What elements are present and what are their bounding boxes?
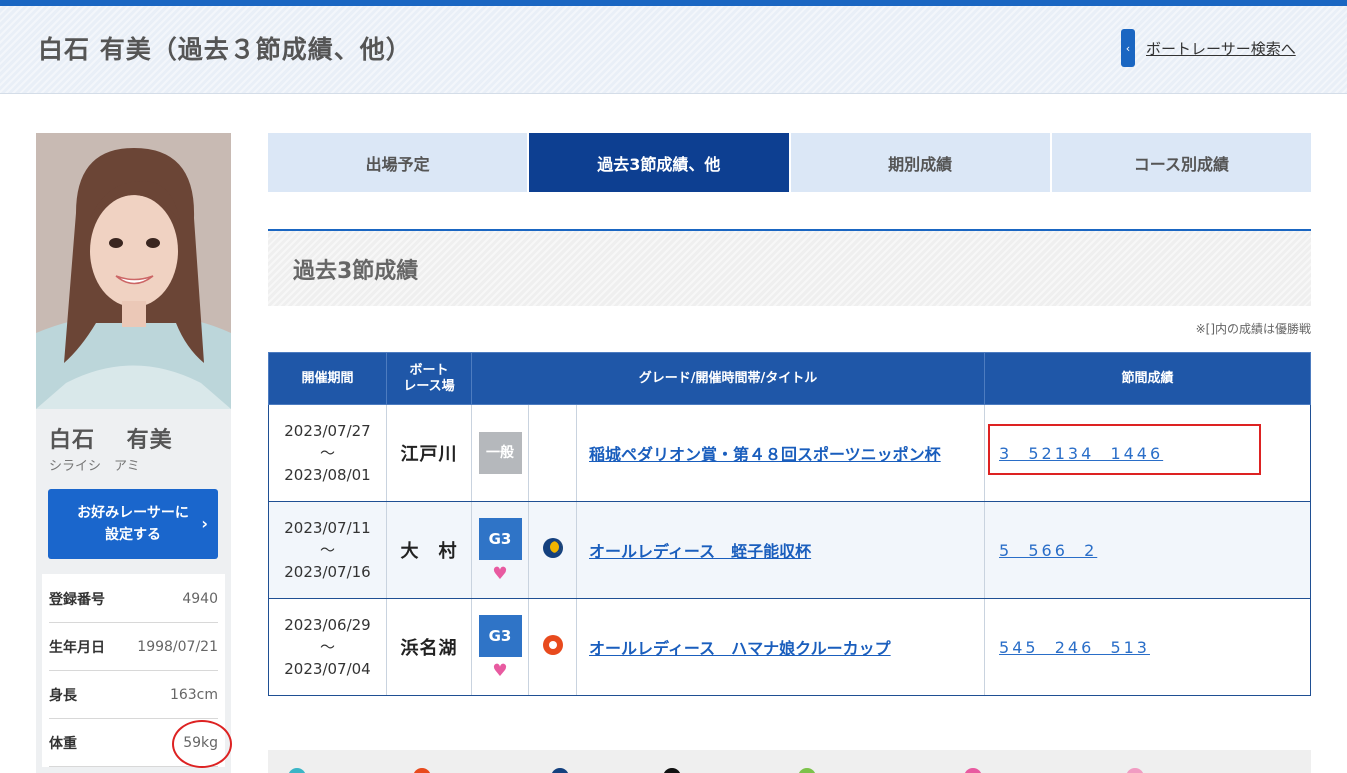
legend-icon — [288, 768, 306, 773]
race-results-link[interactable]: 5 566 2 — [999, 541, 1097, 560]
period-to: 2023/07/04 — [284, 660, 371, 678]
period-sep: ～ — [319, 638, 335, 656]
info-row-birthdate: 生年月日 1998/07/21 — [49, 623, 218, 671]
weight-highlight-circle — [172, 720, 232, 768]
header-period: 開催期間 — [268, 352, 387, 405]
info-value: 163cm — [169, 686, 218, 703]
tab-schedule[interactable]: 出場予定 — [268, 133, 530, 192]
chevron-right-icon: › — [201, 514, 208, 533]
header-grade-title: グレード/開催時間帯/タイトル — [470, 352, 986, 405]
racer-name-kana: シライシ アミ — [49, 459, 140, 474]
chevron-left-icon[interactable]: ‹ — [1121, 29, 1135, 67]
table-header-row: 開催期間 ボート レース場 グレード/開催時間帯/タイトル 節間成績 — [268, 352, 1312, 405]
header-venue: ボート レース場 — [386, 352, 472, 405]
grade-badge: G3 — [478, 517, 522, 560]
info-label: 身長 — [49, 687, 77, 704]
period-from: 2023/07/27 — [284, 422, 371, 440]
period-to: 2023/08/01 — [284, 466, 371, 484]
moon-icon — [551, 768, 569, 773]
tab-course-results[interactable]: コース別成績 — [1051, 133, 1311, 192]
tab-bar: 出場予定 過去3節成績、他 期別成績 コース別成績 — [268, 133, 1311, 192]
period-cell: 2023/06/29 ～ 2023/07/04 — [268, 598, 387, 696]
racer-search-link-group[interactable]: ‹ ボートレーサー検索へ — [1121, 28, 1296, 68]
page-title: 白石 有美（過去３節成績、他） — [38, 35, 412, 64]
racer-search-link[interactable]: ボートレーサー検索へ — [1146, 38, 1296, 59]
ladies-heart-icon: ♥ — [492, 563, 508, 584]
results-table: 開催期間 ボート レース場 グレード/開催時間帯/タイトル 節間成績 2023/… — [268, 352, 1312, 696]
info-label: 登録番号 — [49, 591, 105, 608]
favorite-racer-button[interactable]: お好みレーサーに設定する › — [48, 489, 218, 559]
info-row-registration: 登録番号 4940 — [49, 575, 218, 623]
title-cell: 稲城ペダリオン賞・第４８回スポーツニッポン杯 — [575, 404, 986, 502]
period-cell: 2023/07/27 ～ 2023/08/01 — [268, 404, 387, 502]
grade-badge: G3 — [478, 614, 522, 657]
time-cell — [528, 598, 577, 696]
sun-icon — [542, 635, 563, 655]
info-label: 体重 — [49, 735, 77, 752]
table-row: 2023/06/29 ～ 2023/07/04 浜名湖 G3 ♥ オールレディー… — [268, 598, 1312, 696]
racer-photo — [36, 133, 231, 409]
venue-cell: 江戸川 — [386, 404, 472, 502]
info-value: 4940 — [182, 590, 218, 607]
race-title-link[interactable]: オールレディース 蛭子能収杯 — [589, 542, 811, 561]
grade-cell: G3 ♥ — [471, 501, 529, 599]
info-row-height: 身長 163cm — [49, 671, 218, 719]
page-header: 白石 有美（過去３節成績、他） ‹ ボートレーサー検索へ — [0, 6, 1347, 94]
tab-term-results[interactable]: 期別成績 — [790, 133, 1052, 192]
period-from: 2023/06/29 — [284, 616, 371, 634]
grade-badge: 一般 — [478, 432, 522, 474]
results-cell: 545 246 513 — [984, 598, 1312, 696]
moon-icon — [542, 538, 563, 558]
period-sep: ～ — [319, 541, 335, 559]
ladies-heart-icon: ♥ — [492, 660, 508, 681]
legend-icon — [663, 768, 681, 773]
period-from: 2023/07/11 — [284, 519, 371, 537]
header-results: 節間成績 — [984, 352, 1312, 405]
race-title-link[interactable]: 稲城ペダリオン賞・第４８回スポーツニッポン杯 — [589, 445, 941, 464]
section-heading: 過去3節成績 — [268, 229, 1311, 306]
grade-cell: G3 ♥ — [471, 598, 529, 696]
results-highlight-box — [988, 424, 1261, 475]
header-venue-line2: レース場 — [403, 378, 455, 394]
table-row: 2023/07/11 ～ 2023/07/16 大 村 G3 ♥ オールレディー… — [268, 501, 1312, 599]
info-label: 生年月日 — [49, 639, 105, 656]
race-results-link[interactable]: 545 246 513 — [999, 638, 1150, 657]
ladies-heart-icon — [1126, 768, 1144, 773]
final-race-note: ※[]内の成績は優勝戦 — [1195, 322, 1311, 336]
period-cell: 2023/07/11 ～ 2023/07/16 — [268, 501, 387, 599]
legend-icon — [798, 768, 816, 773]
racer-name: 白石 有美 — [49, 428, 173, 453]
racer-portrait-illustration — [36, 133, 231, 409]
header-venue-line1: ボート — [409, 362, 449, 378]
tab-past-3-results[interactable]: 過去3節成績、他 — [529, 133, 791, 192]
legend-strip — [268, 750, 1311, 773]
favorite-button-label: お好みレーサーに設定する — [77, 505, 189, 543]
race-title-link[interactable]: オールレディース ハマナ娘クルーカップ — [589, 639, 891, 658]
title-cell: オールレディース 蛭子能収杯 — [575, 501, 986, 599]
period-to: 2023/07/16 — [284, 563, 371, 581]
title-cell: オールレディース ハマナ娘クルーカップ — [575, 598, 986, 696]
period-sep: ～ — [319, 444, 335, 462]
sun-icon — [413, 768, 431, 773]
time-cell — [528, 501, 577, 599]
info-value: 1998/07/21 — [137, 638, 218, 655]
section-title: 過去3節成績 — [293, 259, 419, 284]
results-cell: 5 566 2 — [984, 501, 1312, 599]
ladies-heart-icon — [964, 768, 982, 773]
venue-cell: 浜名湖 — [386, 598, 472, 696]
venue-cell: 大 村 — [386, 501, 472, 599]
grade-cell: 一般 — [471, 404, 529, 502]
time-cell — [528, 404, 577, 502]
